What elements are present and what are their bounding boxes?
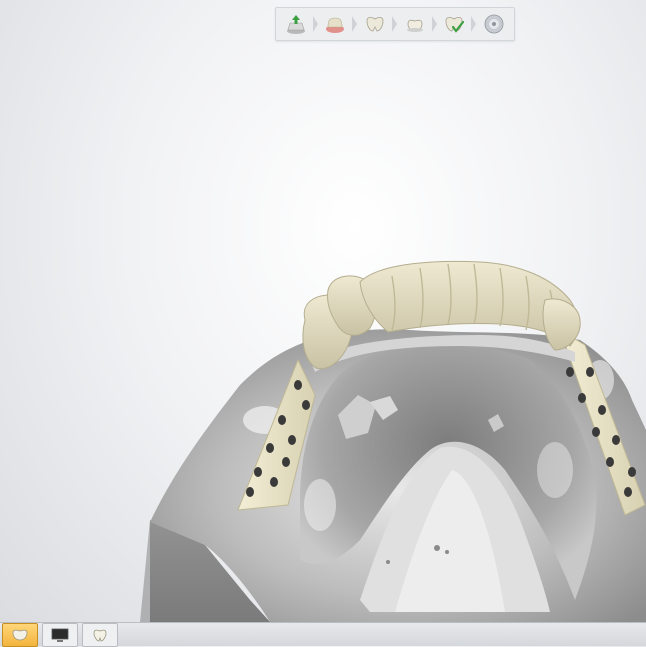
dental-model[interactable] [0, 0, 646, 622]
taskbar-monitor-window-button[interactable] [42, 622, 78, 647]
step-export-button[interactable] [478, 10, 510, 38]
tooth-window-icon [93, 629, 107, 641]
taskbar-tooth-window-button[interactable] [82, 622, 118, 647]
step-tooth-design-button[interactable] [399, 10, 437, 38]
tooth-check-icon [446, 16, 465, 33]
workflow-toolbar [275, 7, 515, 41]
3d-viewport[interactable] [0, 0, 646, 622]
scan-import-icon [286, 15, 305, 34]
step-gingiva-button[interactable] [319, 10, 358, 38]
crown-window-icon [12, 629, 28, 640]
tooth-design-icon [406, 19, 423, 32]
taskbar [0, 622, 646, 647]
step-scan-import-button[interactable] [280, 10, 318, 38]
export-disc-icon [484, 14, 504, 34]
monitor-window-icon [51, 628, 69, 642]
step-tooth-crown-button[interactable] [359, 10, 398, 38]
step-tooth-check-button[interactable] [438, 10, 477, 38]
tooth-crown-icon [366, 16, 384, 32]
taskbar-crown-window-button[interactable] [2, 622, 38, 647]
gingiva-icon [326, 17, 345, 33]
